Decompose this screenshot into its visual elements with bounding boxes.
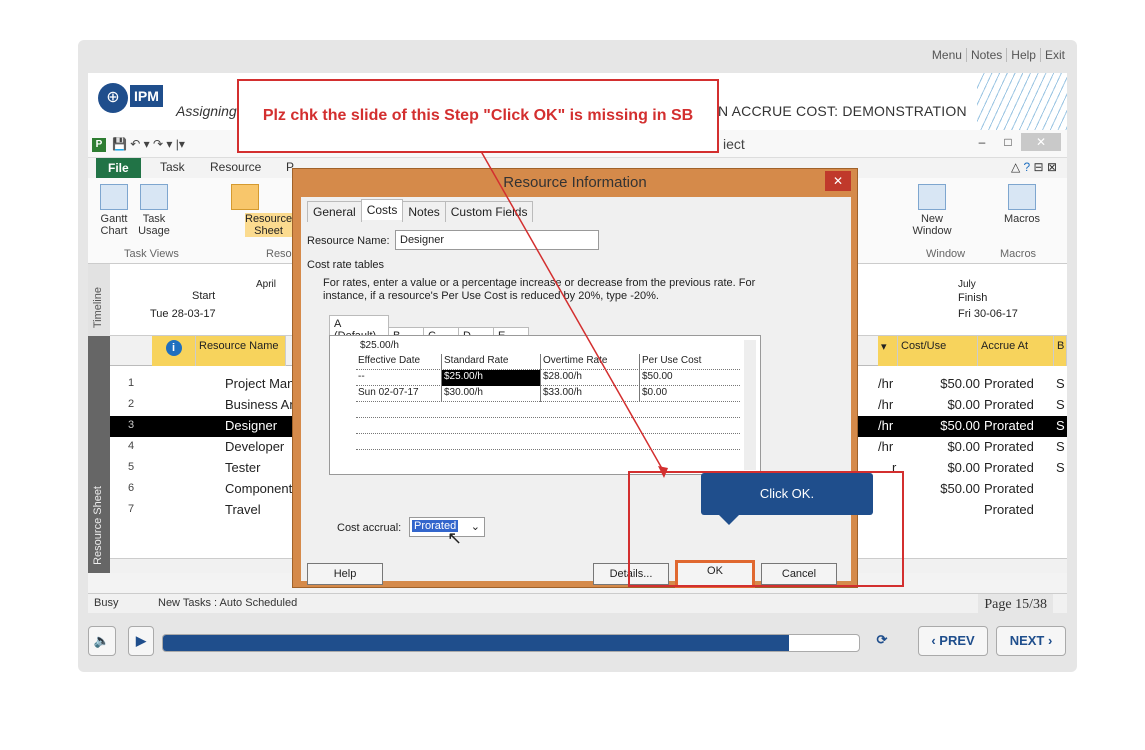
review-note: Plz chk the slide of this Step "Click OK… (237, 79, 719, 153)
click-ok-callout: Click OK. (701, 473, 873, 525)
mouse-cursor-icon: ↖ (447, 528, 463, 548)
arrow-line (477, 145, 665, 473)
